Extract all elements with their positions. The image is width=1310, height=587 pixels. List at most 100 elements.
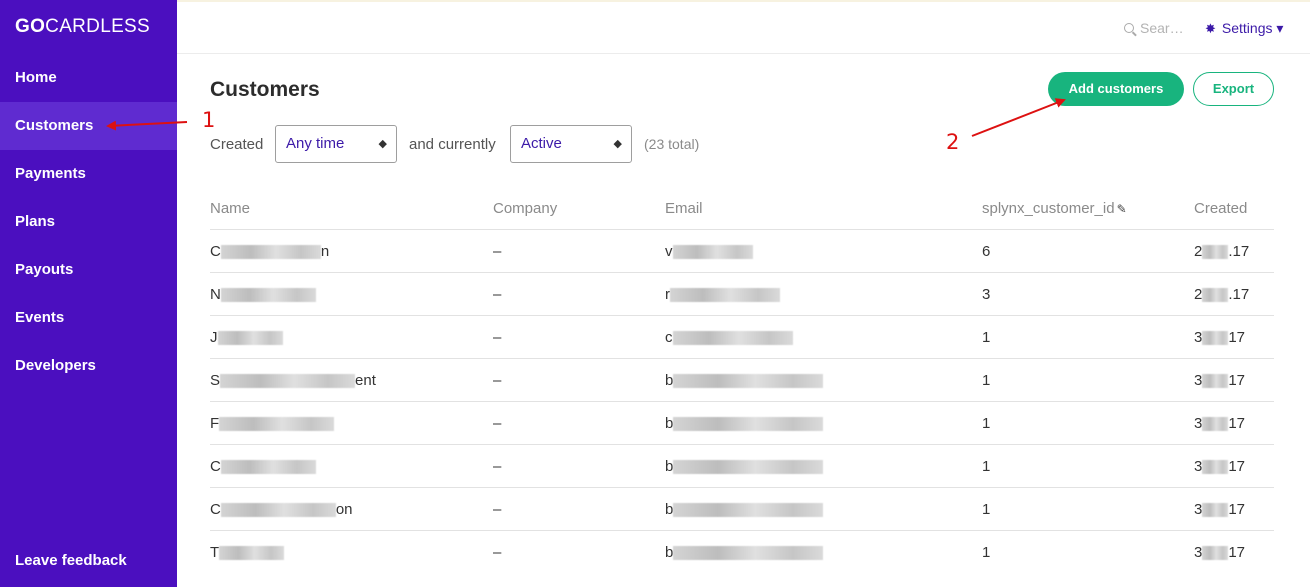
sidebar-item-customers[interactable]: Customers: [0, 102, 177, 150]
company-cell: –: [493, 243, 501, 260]
created-cell: 3 17: [1194, 329, 1245, 346]
created-filter-label: Created: [210, 136, 264, 153]
customer-name-cell[interactable]: J: [210, 329, 283, 346]
redacted-block: [1202, 374, 1229, 389]
export-button[interactable]: Export: [1193, 72, 1274, 106]
redacted-block: [1202, 331, 1229, 346]
splynx-id-cell: 1: [982, 544, 990, 561]
column-header-email[interactable]: Email: [665, 200, 703, 217]
splynx-id-text: 1: [982, 329, 991, 346]
name-text: T: [210, 544, 220, 561]
email-cell: b: [665, 501, 824, 518]
redacted-block: [220, 460, 316, 475]
splynx-id-text: 3: [982, 286, 991, 303]
redacted-block: [1202, 288, 1229, 303]
select-arrows-icon: ◆: [613, 138, 622, 150]
company-text: –: [493, 329, 502, 346]
sidebar-item-plans[interactable]: Plans: [0, 198, 177, 246]
created-cell: 3 17: [1194, 372, 1245, 389]
sidebar-item-home[interactable]: Home: [0, 54, 177, 102]
company-cell: –: [493, 501, 501, 518]
leave-feedback-link[interactable]: Leave feedback: [15, 552, 127, 569]
sidebar-item-payouts[interactable]: Payouts: [0, 246, 177, 294]
table-row[interactable]: Cn – v 6 2.17: [210, 229, 1274, 272]
customer-name-cell[interactable]: N: [210, 286, 316, 303]
customer-name-cell[interactable]: F: [210, 415, 335, 432]
name-text: n: [320, 243, 330, 260]
email-cell: b: [665, 372, 824, 389]
created-select[interactable]: Any time ◆: [275, 125, 397, 163]
customer-name-cell[interactable]: Cn: [210, 243, 329, 260]
email-text: b: [665, 415, 674, 432]
redacted-block: [220, 374, 356, 389]
search-box[interactable]: Sear…: [1124, 20, 1184, 36]
sidebar-item-events[interactable]: Events: [0, 294, 177, 342]
settings-menu[interactable]: ✸ Settings ▾: [1205, 20, 1283, 37]
redacted-block: [673, 503, 824, 518]
redacted-block: [670, 288, 780, 303]
company-cell: –: [493, 372, 501, 389]
email-text: b: [665, 501, 674, 518]
redacted-block: [672, 245, 753, 260]
name-text: C: [210, 243, 221, 260]
table-row[interactable]: Sent – b 1 3 17: [210, 358, 1274, 401]
redacted-block: [673, 374, 824, 389]
table-row[interactable]: N – r 3 2.17: [210, 272, 1274, 315]
customer-name-cell[interactable]: Sent: [210, 372, 376, 389]
email-text: b: [665, 458, 674, 475]
sidebar-item-developers[interactable]: Developers: [0, 342, 177, 390]
customer-name-cell[interactable]: Con: [210, 501, 353, 518]
add-customers-button[interactable]: Add customers: [1048, 72, 1184, 106]
column-header-name[interactable]: Name: [210, 200, 250, 217]
customer-name-cell[interactable]: C: [210, 458, 316, 475]
email-text: b: [665, 372, 674, 389]
sidebar-item-payments[interactable]: Payments: [0, 150, 177, 198]
name-text: C: [210, 501, 221, 518]
created-text: 3: [1194, 544, 1203, 561]
column-header-splynx-id[interactable]: splynx_customer_id ✎: [982, 200, 1127, 217]
splynx-id-cell: 1: [982, 329, 990, 346]
name-text: F: [210, 415, 220, 432]
column-header-created[interactable]: Created: [1194, 200, 1247, 217]
table-row[interactable]: Con – b 1 3 17: [210, 487, 1274, 530]
email-text: b: [665, 544, 674, 561]
annotation-label-1: 1: [202, 108, 216, 132]
gocardless-logo[interactable]: GOCARDLESS: [15, 16, 150, 38]
created-text: 3: [1194, 329, 1203, 346]
redacted-block: [220, 245, 321, 260]
redacted-block: [219, 546, 285, 561]
splynx-id-cell: 1: [982, 501, 990, 518]
name-text: ent: [355, 372, 376, 389]
splynx-id-text: 1: [982, 372, 991, 389]
redacted-block: [1202, 417, 1229, 432]
created-text: 3: [1194, 501, 1203, 518]
table-row[interactable]: F – b 1 3 17: [210, 401, 1274, 444]
table-row[interactable]: C – b 1 3 17: [210, 444, 1274, 487]
company-text: –: [493, 458, 502, 475]
status-filter-label: and currently: [409, 136, 496, 153]
pencil-icon[interactable]: ✎: [1117, 202, 1127, 216]
email-cell: b: [665, 458, 824, 475]
email-cell: v: [665, 243, 753, 260]
email-text: v: [665, 243, 673, 260]
created-text: 17: [1228, 372, 1246, 389]
created-cell: 3 17: [1194, 458, 1245, 475]
status-select[interactable]: Active ◆: [510, 125, 632, 163]
company-text: –: [493, 415, 502, 432]
customer-name-cell[interactable]: T: [210, 544, 285, 561]
search-icon: [1124, 23, 1134, 33]
table-row[interactable]: T – b 1 3 17: [210, 530, 1274, 573]
top-bar: Sear… ✸ Settings ▾: [177, 0, 1310, 54]
splynx-id-text: 1: [982, 415, 991, 432]
redacted-block: [1202, 503, 1229, 518]
company-cell: –: [493, 415, 501, 432]
app-root: GOCARDLESS Home Customers Payments Plans…: [0, 0, 1310, 587]
company-text: –: [493, 372, 502, 389]
created-text: 2: [1194, 243, 1203, 260]
table-row[interactable]: J – c 1 3 17: [210, 315, 1274, 358]
created-text: 17: [1228, 415, 1246, 432]
email-cell: b: [665, 415, 824, 432]
search-input[interactable]: Sear…: [1140, 20, 1184, 36]
name-text: N: [210, 286, 221, 303]
column-header-company[interactable]: Company: [493, 200, 557, 217]
